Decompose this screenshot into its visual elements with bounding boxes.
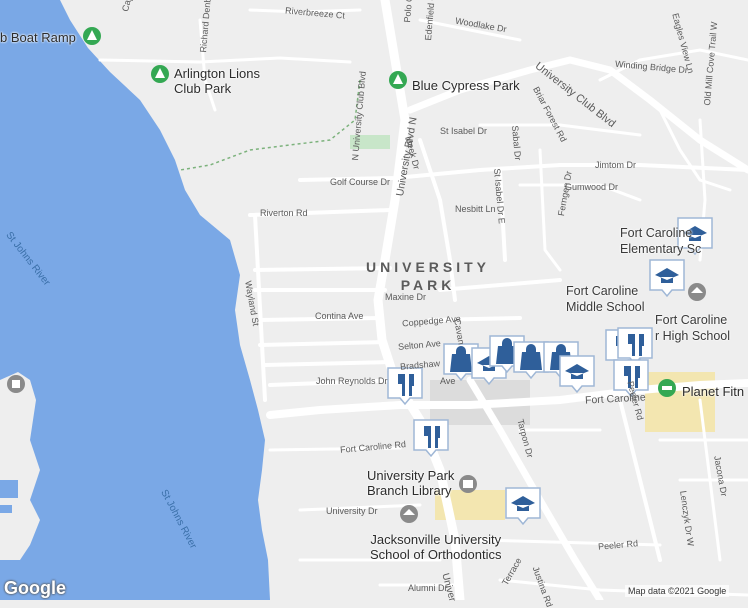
restaurant-marker[interactable] xyxy=(387,367,423,406)
school-icon[interactable] xyxy=(7,375,25,393)
school-icon[interactable] xyxy=(400,505,418,523)
poi-label-library[interactable]: University Park Branch Library xyxy=(367,468,454,498)
poi-label-boat-ramp[interactable]: b Boat Ramp xyxy=(0,30,76,45)
street-label: John Reynolds Dr xyxy=(316,376,388,386)
book-icon[interactable] xyxy=(459,475,477,493)
school-marker[interactable] xyxy=(559,355,595,394)
google-logo: Google xyxy=(4,578,66,598)
street-label: Jimtom Dr xyxy=(595,160,636,170)
poi-label-blue-cypress[interactable]: Blue Cypress Park xyxy=(412,78,520,93)
poi-label-orthodontics[interactable]: Jacksonville University School of Orthod… xyxy=(370,532,502,562)
park-icon[interactable] xyxy=(151,65,169,83)
street-label: Riverton Rd xyxy=(260,208,308,218)
shopping-marker[interactable] xyxy=(513,341,549,380)
neighborhood-label: UNIVERSITY PARK xyxy=(366,259,491,293)
restaurant-marker[interactable] xyxy=(617,327,653,366)
boat-basin-2 xyxy=(0,505,12,513)
street-label: Ave xyxy=(440,376,456,386)
map-attribution[interactable]: Map data ©2021 Google xyxy=(625,585,730,597)
school-marker[interactable] xyxy=(649,259,685,298)
boat-basin xyxy=(0,480,18,498)
poi-label-arlington-lions[interactable]: Arlington Lions Club Park xyxy=(174,66,260,96)
park-icon[interactable] xyxy=(83,27,101,45)
gym-icon[interactable] xyxy=(658,379,676,397)
street-label: Gumwood Dr xyxy=(565,182,619,192)
poi-label-fort-caroline-elem[interactable]: Fort Caroline Elementary Sc xyxy=(620,225,701,257)
poi-label-fort-caroline-middle[interactable]: Fort Caroline Middle School xyxy=(566,283,645,315)
street-label: Contina Ave xyxy=(315,311,364,321)
poi-label-planet-fitness[interactable]: Planet Fitn xyxy=(682,384,744,399)
street-label: Golf Course Dr xyxy=(330,177,391,187)
street-label: Maxine Dr xyxy=(385,292,427,302)
school-marker[interactable] xyxy=(505,487,541,526)
street-label: St Isabel Dr xyxy=(440,126,488,136)
street-label: Nesbitt Ln xyxy=(455,204,496,214)
park-icon[interactable] xyxy=(389,71,407,89)
street-label: University Dr xyxy=(326,506,378,516)
school-icon[interactable] xyxy=(688,283,706,301)
coast-land xyxy=(0,372,40,560)
restaurant-marker[interactable] xyxy=(413,419,449,458)
poi-label-fort-caroline-high[interactable]: Fort Caroline r High School xyxy=(655,312,730,344)
